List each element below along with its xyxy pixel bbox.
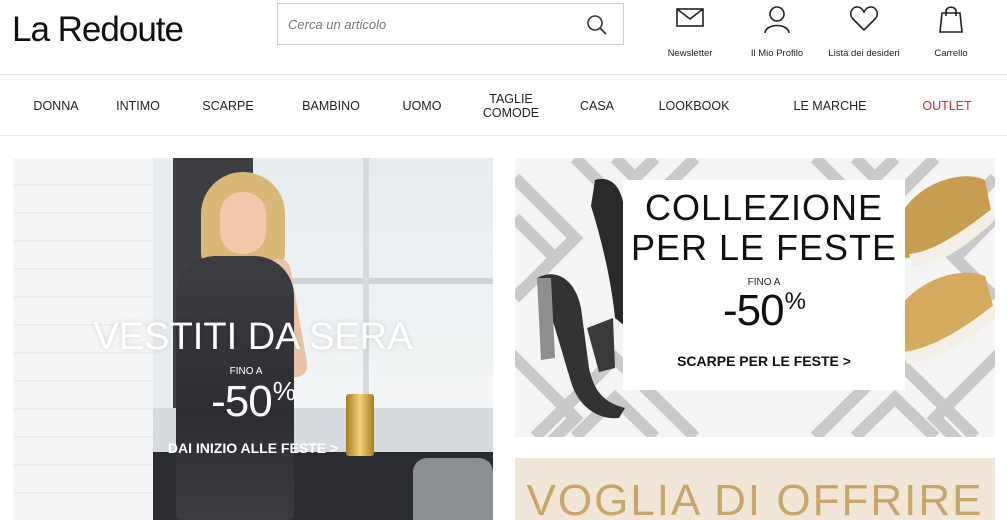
nav-item-outlet[interactable]: OUTLET bbox=[914, 76, 980, 136]
wishlist-label: Lista dei desideri bbox=[828, 48, 900, 59]
heart-icon bbox=[850, 6, 878, 32]
collezione-title: COLLEZIONE PER LE FESTE bbox=[623, 188, 905, 268]
newsletter-link[interactable]: Newsletter bbox=[645, 4, 735, 59]
site-header: La Redoute Newsletter Il Mio Profilo Lis… bbox=[0, 0, 1007, 75]
nav-item-lookbook[interactable]: LOOKBOOK bbox=[652, 76, 736, 136]
collezione-title-line1: COLLEZIONE bbox=[644, 187, 884, 228]
nav-item-le-marche[interactable]: LE MARCHE bbox=[782, 76, 878, 136]
newsletter-label: Newsletter bbox=[667, 48, 713, 59]
nav-item-casa[interactable]: CASA bbox=[572, 76, 622, 136]
nav-item-scarpe[interactable]: SCARPE bbox=[193, 76, 263, 136]
hero-discount-sign: % bbox=[272, 376, 296, 406]
hero-discount: -50% bbox=[13, 376, 493, 427]
search-button[interactable] bbox=[585, 13, 609, 37]
hero-banner-vestiti[interactable]: VESTITI DA SERA FINO A -50% DAI INIZIO A… bbox=[13, 158, 493, 520]
model-face bbox=[220, 192, 266, 254]
nav-item-intimo[interactable]: INTIMO bbox=[108, 76, 168, 136]
logo[interactable]: La Redoute bbox=[12, 10, 184, 50]
cart-link[interactable]: Carrello bbox=[906, 4, 996, 59]
hero-title: VESTITI DA SERA bbox=[93, 316, 413, 358]
search-input[interactable] bbox=[278, 4, 568, 44]
collezione-discount: -50% bbox=[623, 286, 905, 336]
envelope-icon bbox=[676, 8, 704, 27]
voglia-title: VOGLIA DI OFFRIRE bbox=[526, 476, 984, 520]
search-icon bbox=[587, 15, 607, 35]
collezione-cta-link[interactable]: SCARPE PER LE FESTE > bbox=[623, 353, 905, 369]
hero-banner-collezione[interactable]: COLLEZIONE PER LE FESTE FINO A -50% SCAR… bbox=[515, 158, 995, 437]
nav-item-bambino[interactable]: BAMBINO bbox=[293, 76, 369, 136]
nav-item-taglie-comode[interactable]: TAGLIE COMODE bbox=[475, 76, 547, 136]
hero-cta-link[interactable]: DAI INIZIO ALLE FESTE > bbox=[13, 440, 493, 456]
nav-item-donna[interactable]: DONNA bbox=[22, 76, 90, 136]
main-nav: DONNA INTIMO SCARPE BAMBINO UOMO TAGLIE … bbox=[0, 76, 1007, 136]
collezione-discount-value: -50 bbox=[723, 286, 785, 335]
collezione-title-line2: PER LE FESTE bbox=[630, 227, 898, 268]
cart-label: Carrello bbox=[934, 48, 968, 59]
nav-item-uomo[interactable]: UOMO bbox=[395, 76, 449, 136]
hero-banner-voglia-di-offrire[interactable]: VOGLIA DI OFFRIRE bbox=[515, 458, 995, 520]
search-box bbox=[277, 3, 624, 45]
collezione-discount-sign: % bbox=[784, 288, 806, 315]
chair bbox=[413, 458, 493, 520]
profile-link[interactable]: Il Mio Profilo bbox=[732, 4, 822, 59]
shopping-bag-icon bbox=[939, 6, 963, 33]
profile-label: Il Mio Profilo bbox=[750, 48, 804, 59]
hero-discount-value: -50 bbox=[211, 377, 273, 426]
user-icon bbox=[764, 6, 790, 34]
wishlist-link[interactable]: Lista dei desideri bbox=[819, 4, 909, 59]
